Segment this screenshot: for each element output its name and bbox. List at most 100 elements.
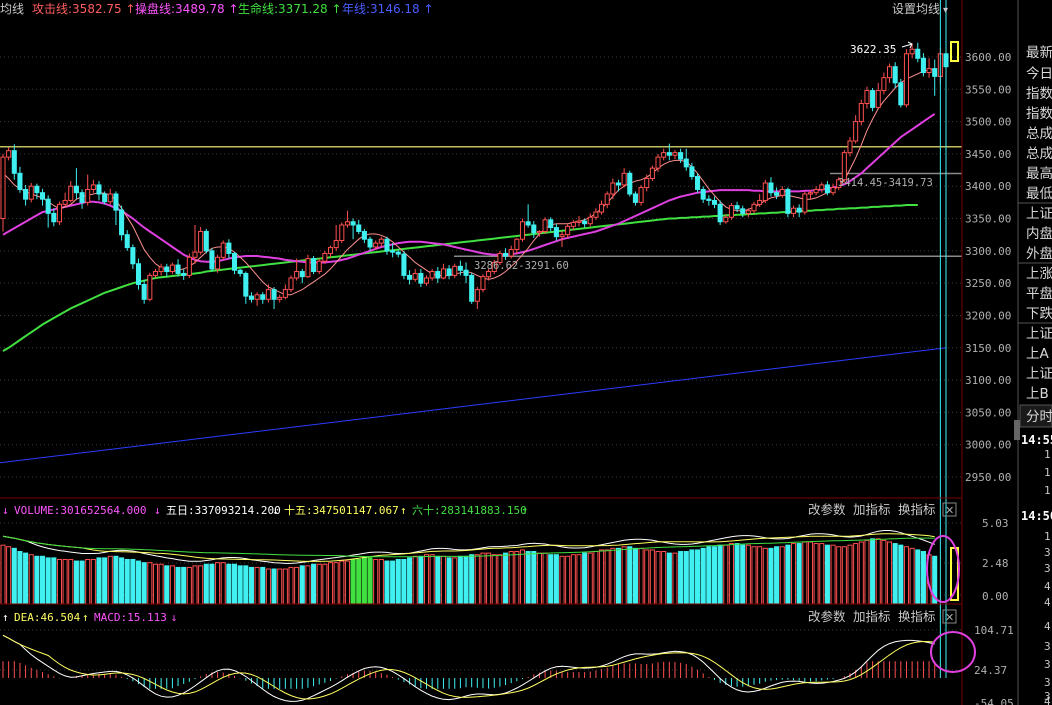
volume-bar — [745, 544, 751, 605]
candle-body — [395, 251, 401, 255]
volume-bar — [282, 568, 288, 605]
candle-body — [661, 152, 667, 158]
side-value: 1 — [1044, 448, 1051, 461]
macd-panel-button[interactable]: 改参数 — [808, 609, 846, 624]
volume-bar — [802, 541, 808, 605]
volume-bar — [875, 538, 881, 605]
volume-bar — [762, 547, 768, 605]
volume-bar — [757, 546, 763, 605]
volume-bar — [497, 554, 503, 605]
volume-bar — [96, 557, 102, 605]
volume-bar — [706, 546, 712, 605]
side-value: 4 — [1044, 620, 1051, 633]
price-tick-label: 3250.00 — [965, 277, 1011, 290]
side-value: 3 — [1044, 562, 1051, 575]
price-tick-label: 3550.00 — [965, 83, 1011, 96]
candle-body — [435, 271, 441, 279]
volume-bar — [824, 544, 830, 605]
volume-panel-button[interactable]: 换指标 — [898, 502, 936, 517]
candle-body — [666, 152, 672, 156]
side-label: 平盘 — [1026, 285, 1052, 302]
candle-body — [813, 188, 819, 194]
candle-body — [700, 188, 706, 200]
volume-bar — [333, 562, 339, 605]
candle-body — [892, 66, 898, 84]
candle-body — [819, 184, 825, 190]
volume-tick-label: 5.03 — [982, 517, 1009, 530]
candle-body — [582, 220, 588, 225]
volume-bar — [45, 557, 51, 605]
volume-bar — [248, 566, 254, 605]
candle-body — [124, 234, 130, 249]
side-value: 4 — [1044, 580, 1051, 593]
candle-body — [841, 152, 847, 181]
candle-body — [316, 260, 322, 273]
side-value: 3 — [1044, 676, 1051, 689]
candle-body — [599, 203, 605, 213]
macd-tick-label: 104.71 — [974, 624, 1014, 637]
volume-bar — [632, 547, 638, 605]
side-value: 3 — [1044, 546, 1051, 559]
volume-bar — [169, 565, 175, 605]
macd-tick-label: -54.05 — [974, 697, 1014, 705]
candle-body — [604, 193, 610, 205]
current-price-marker — [950, 41, 959, 62]
volume-bar — [11, 547, 17, 605]
volume-bar — [723, 544, 729, 605]
candle-body — [678, 152, 684, 160]
volume-bar — [186, 566, 192, 605]
candle-body — [615, 182, 622, 186]
volume-bar — [265, 568, 271, 605]
volume-legend-item: VOLUME:301652564.000 — [14, 504, 146, 517]
volume-bar — [627, 546, 633, 605]
macd-tick-label: 24.37 — [974, 664, 1007, 677]
volume-panel-button[interactable]: 加指标 — [853, 502, 891, 517]
side-quote-panel: 最新今日指数指数总成总成最高最低上证内盘外盘上涨平盘下跌上证上A上证上B分时14… — [1014, 45, 1052, 705]
volume-bar — [401, 558, 407, 605]
candle-body — [728, 205, 734, 218]
volume-bar — [107, 555, 113, 605]
moving-average-lines — [0, 68, 947, 464]
close-icon-glyph[interactable]: ✕ — [945, 504, 954, 517]
macd-panel-button[interactable]: 换指标 — [898, 609, 936, 624]
scroll-handle[interactable] — [1014, 420, 1020, 440]
volume-legend-arrow: ↓ — [2, 504, 9, 517]
stock-chart[interactable]: 3600.00 3550.00 3500.00 3450.00 3400.00 3350.… — [0, 0, 1052, 705]
candle-body — [536, 230, 542, 234]
candle-body — [587, 216, 593, 225]
volume-bar — [548, 554, 554, 605]
volume-bar — [344, 560, 350, 605]
macd-legend-arrow: ↑ — [82, 611, 89, 624]
candle-body — [627, 172, 633, 195]
settings-ma-button[interactable]: 设置均线 — [892, 2, 940, 16]
volume-bar — [407, 557, 413, 605]
candle-body — [17, 172, 23, 190]
volume-panel-button[interactable]: 改参数 — [808, 502, 846, 517]
chevron-down-icon[interactable]: ▾ — [943, 5, 948, 16]
macd-legend-arrow: ↑ — [2, 611, 9, 624]
volume-bar — [147, 562, 153, 605]
volume-bar — [62, 558, 68, 605]
side-tab-label[interactable]: 分时 — [1026, 409, 1052, 425]
close-icon-glyph[interactable]: ✕ — [945, 611, 954, 624]
candle-body — [920, 57, 926, 74]
candle-body — [745, 210, 751, 214]
candle-body — [51, 212, 57, 223]
ma-legend-item: 操盘线:3489.78 ↑ — [135, 1, 239, 16]
side-value: 4 — [1044, 695, 1051, 705]
candle-body — [457, 265, 463, 271]
candle-body — [570, 221, 576, 227]
macd-panel-button[interactable]: 加指标 — [853, 609, 891, 624]
candle-body — [299, 271, 305, 278]
volume-bar — [457, 555, 463, 605]
volume-bar — [220, 562, 226, 605]
candle-body — [802, 193, 808, 213]
volume-highlight-circle — [926, 535, 960, 603]
price-tick-label: 3400.00 — [965, 180, 1011, 193]
side-label: 外盘 — [1026, 245, 1052, 262]
candle-body — [85, 188, 91, 203]
candle-body — [248, 295, 254, 300]
candle-body — [469, 274, 475, 302]
volume-bar — [796, 543, 802, 605]
candle-body — [209, 250, 215, 270]
